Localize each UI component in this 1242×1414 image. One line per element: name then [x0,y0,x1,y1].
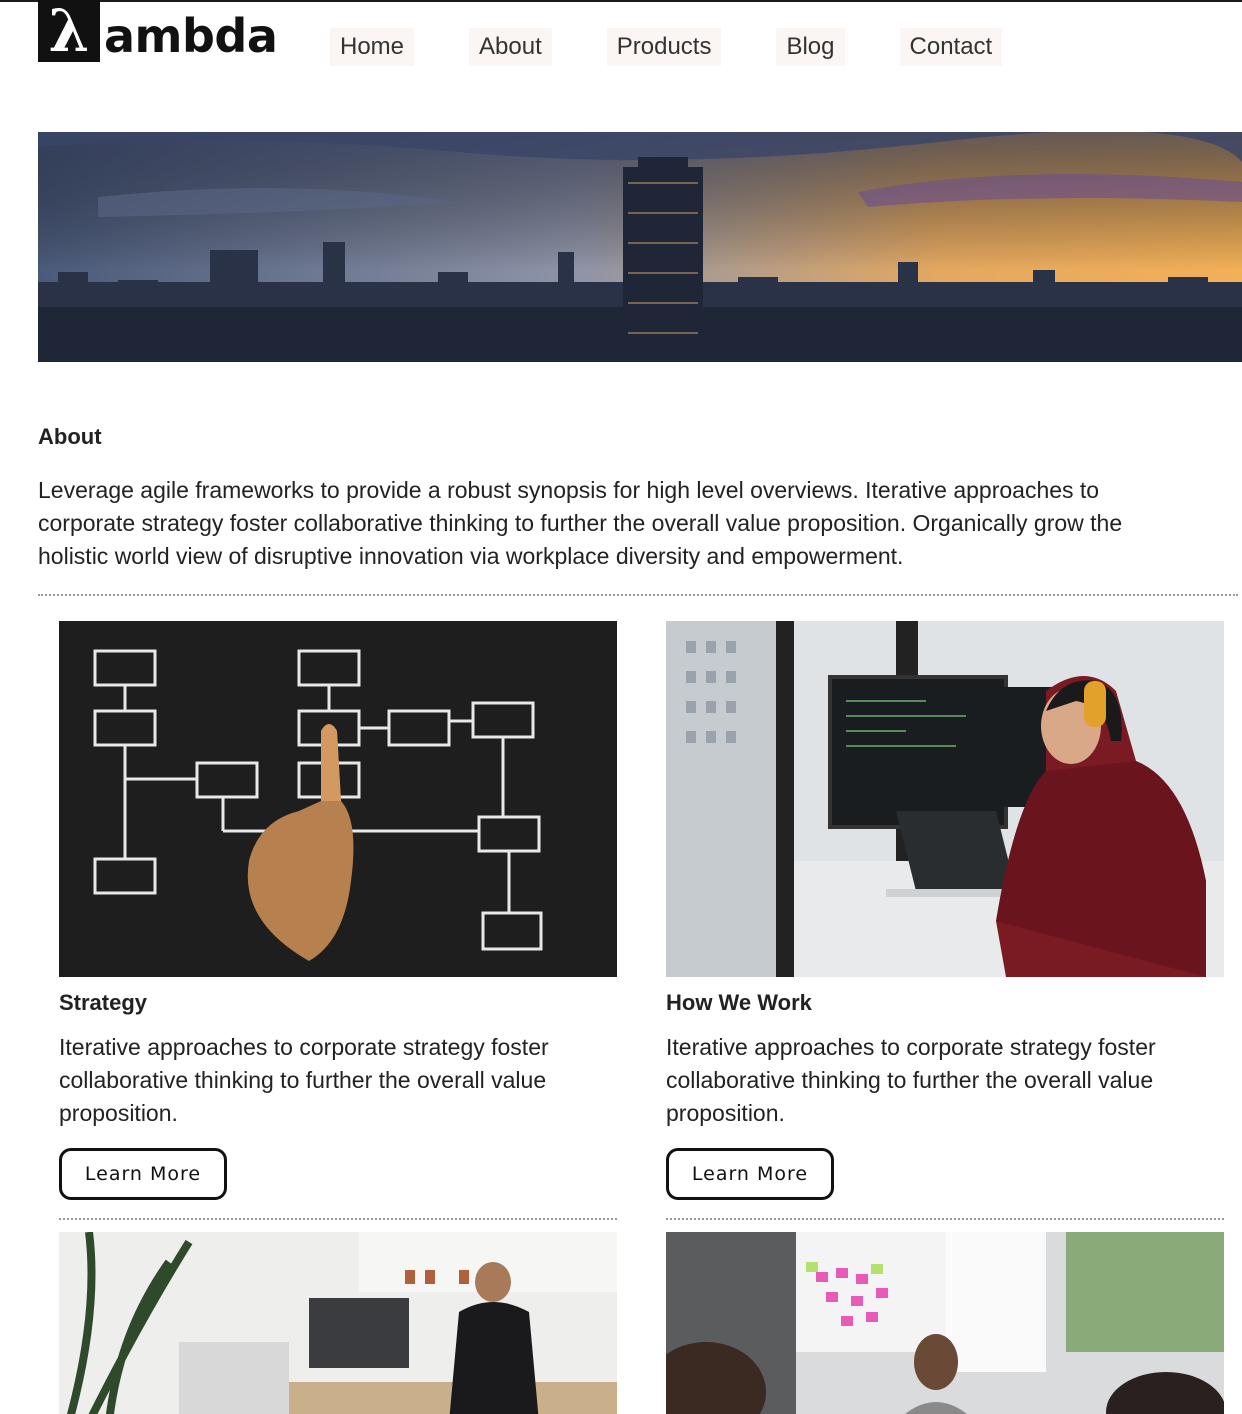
office-workspace-illustration [59,1232,617,1414]
flowchart-chalkboard-illustration [59,621,617,977]
learn-more-button[interactable]: Learn More [59,1148,227,1200]
site-header: λ ambda Home About Products Blog Contact [38,0,1208,100]
card-title: Strategy [59,990,148,1015]
developer-image [666,621,1224,977]
nav-contact[interactable]: Contact [899,28,1003,66]
card-strategy: Strategy Iterative approaches to corpora… [59,621,617,1200]
card-text: Iterative approaches to corporate strate… [59,1034,549,1126]
office-workspace-image [59,1232,617,1414]
logo-wordmark: ambda [104,9,278,63]
card-divider [666,1218,1224,1220]
nav-home[interactable]: Home [330,28,415,66]
card-title: How We Work [666,990,812,1015]
nav-about[interactable]: About [469,28,552,66]
card-how-we-work: How We Work Iterative approaches to corp… [666,621,1224,1200]
team-meeting-image [666,1232,1224,1414]
main-nav: Home About Products Blog Contact [330,28,1057,66]
section-divider [38,594,1238,596]
developer-at-monitors-illustration [666,621,1224,977]
site-logo[interactable]: λ ambda [38,0,278,63]
hero-image [38,132,1242,362]
lambda-logo-icon: λ [38,0,100,62]
card-text: Iterative approaches to corporate strate… [666,1034,1156,1126]
card-divider [59,1218,617,1220]
nav-blog[interactable]: Blog [776,28,845,66]
team-meeting-whiteboard-illustration [666,1232,1224,1414]
learn-more-button[interactable]: Learn More [666,1148,834,1200]
nav-products[interactable]: Products [606,28,722,66]
flowchart-image [59,621,617,977]
about-heading: About [38,424,102,449]
about-paragraph: Leverage agile frameworks to provide a r… [38,477,1123,569]
city-skyline-image [38,132,1242,362]
